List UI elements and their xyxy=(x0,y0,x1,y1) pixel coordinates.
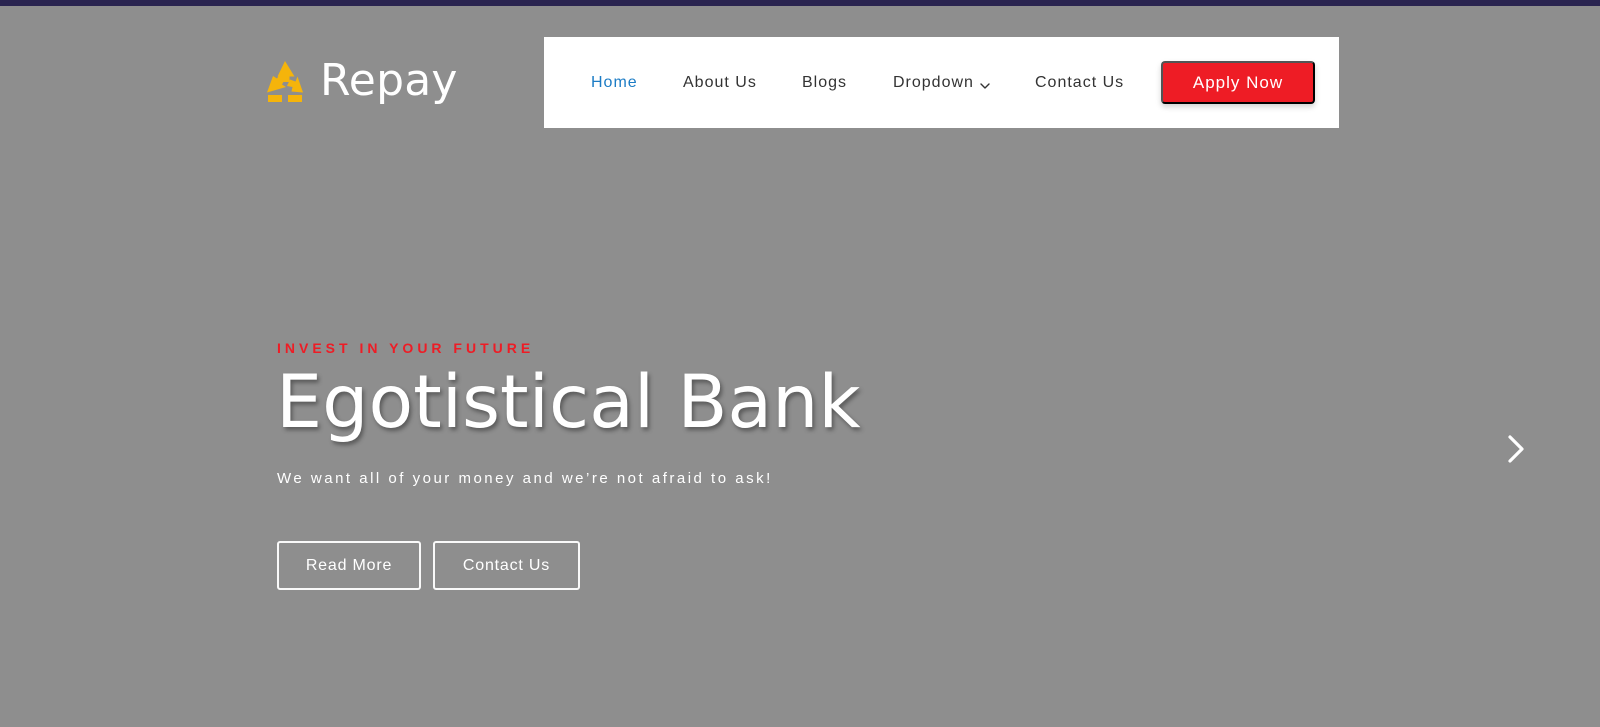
apply-now-button[interactable]: Apply Now xyxy=(1161,61,1315,104)
brand-logo[interactable]: Repay xyxy=(260,55,458,109)
hero-kicker: INVEST IN YOUR FUTURE xyxy=(277,340,535,356)
chevron-down-icon xyxy=(980,78,990,89)
nav-item-about-us[interactable]: About Us xyxy=(683,74,757,92)
recycle-icon xyxy=(260,57,310,107)
nav-item-dropdown[interactable]: Dropdown xyxy=(893,74,990,92)
dropdown-label: Dropdown xyxy=(893,73,974,91)
nav-item-contact-us[interactable]: Contact Us xyxy=(1035,74,1124,92)
brand-name: Repay xyxy=(320,55,458,106)
read-more-button[interactable]: Read More xyxy=(277,541,421,590)
nav-item-home[interactable]: Home xyxy=(591,74,638,92)
hero-title: Egotistical Bank xyxy=(276,360,861,445)
main-navigation: Home About Us Blogs Dropdown Contact Us … xyxy=(544,37,1339,128)
hero-contact-button[interactable]: Contact Us xyxy=(433,541,580,590)
nav-item-blogs[interactable]: Blogs xyxy=(802,74,847,92)
chevron-right-icon[interactable] xyxy=(1503,432,1529,466)
hero-subtitle: We want all of your money and we’re not … xyxy=(277,470,773,487)
